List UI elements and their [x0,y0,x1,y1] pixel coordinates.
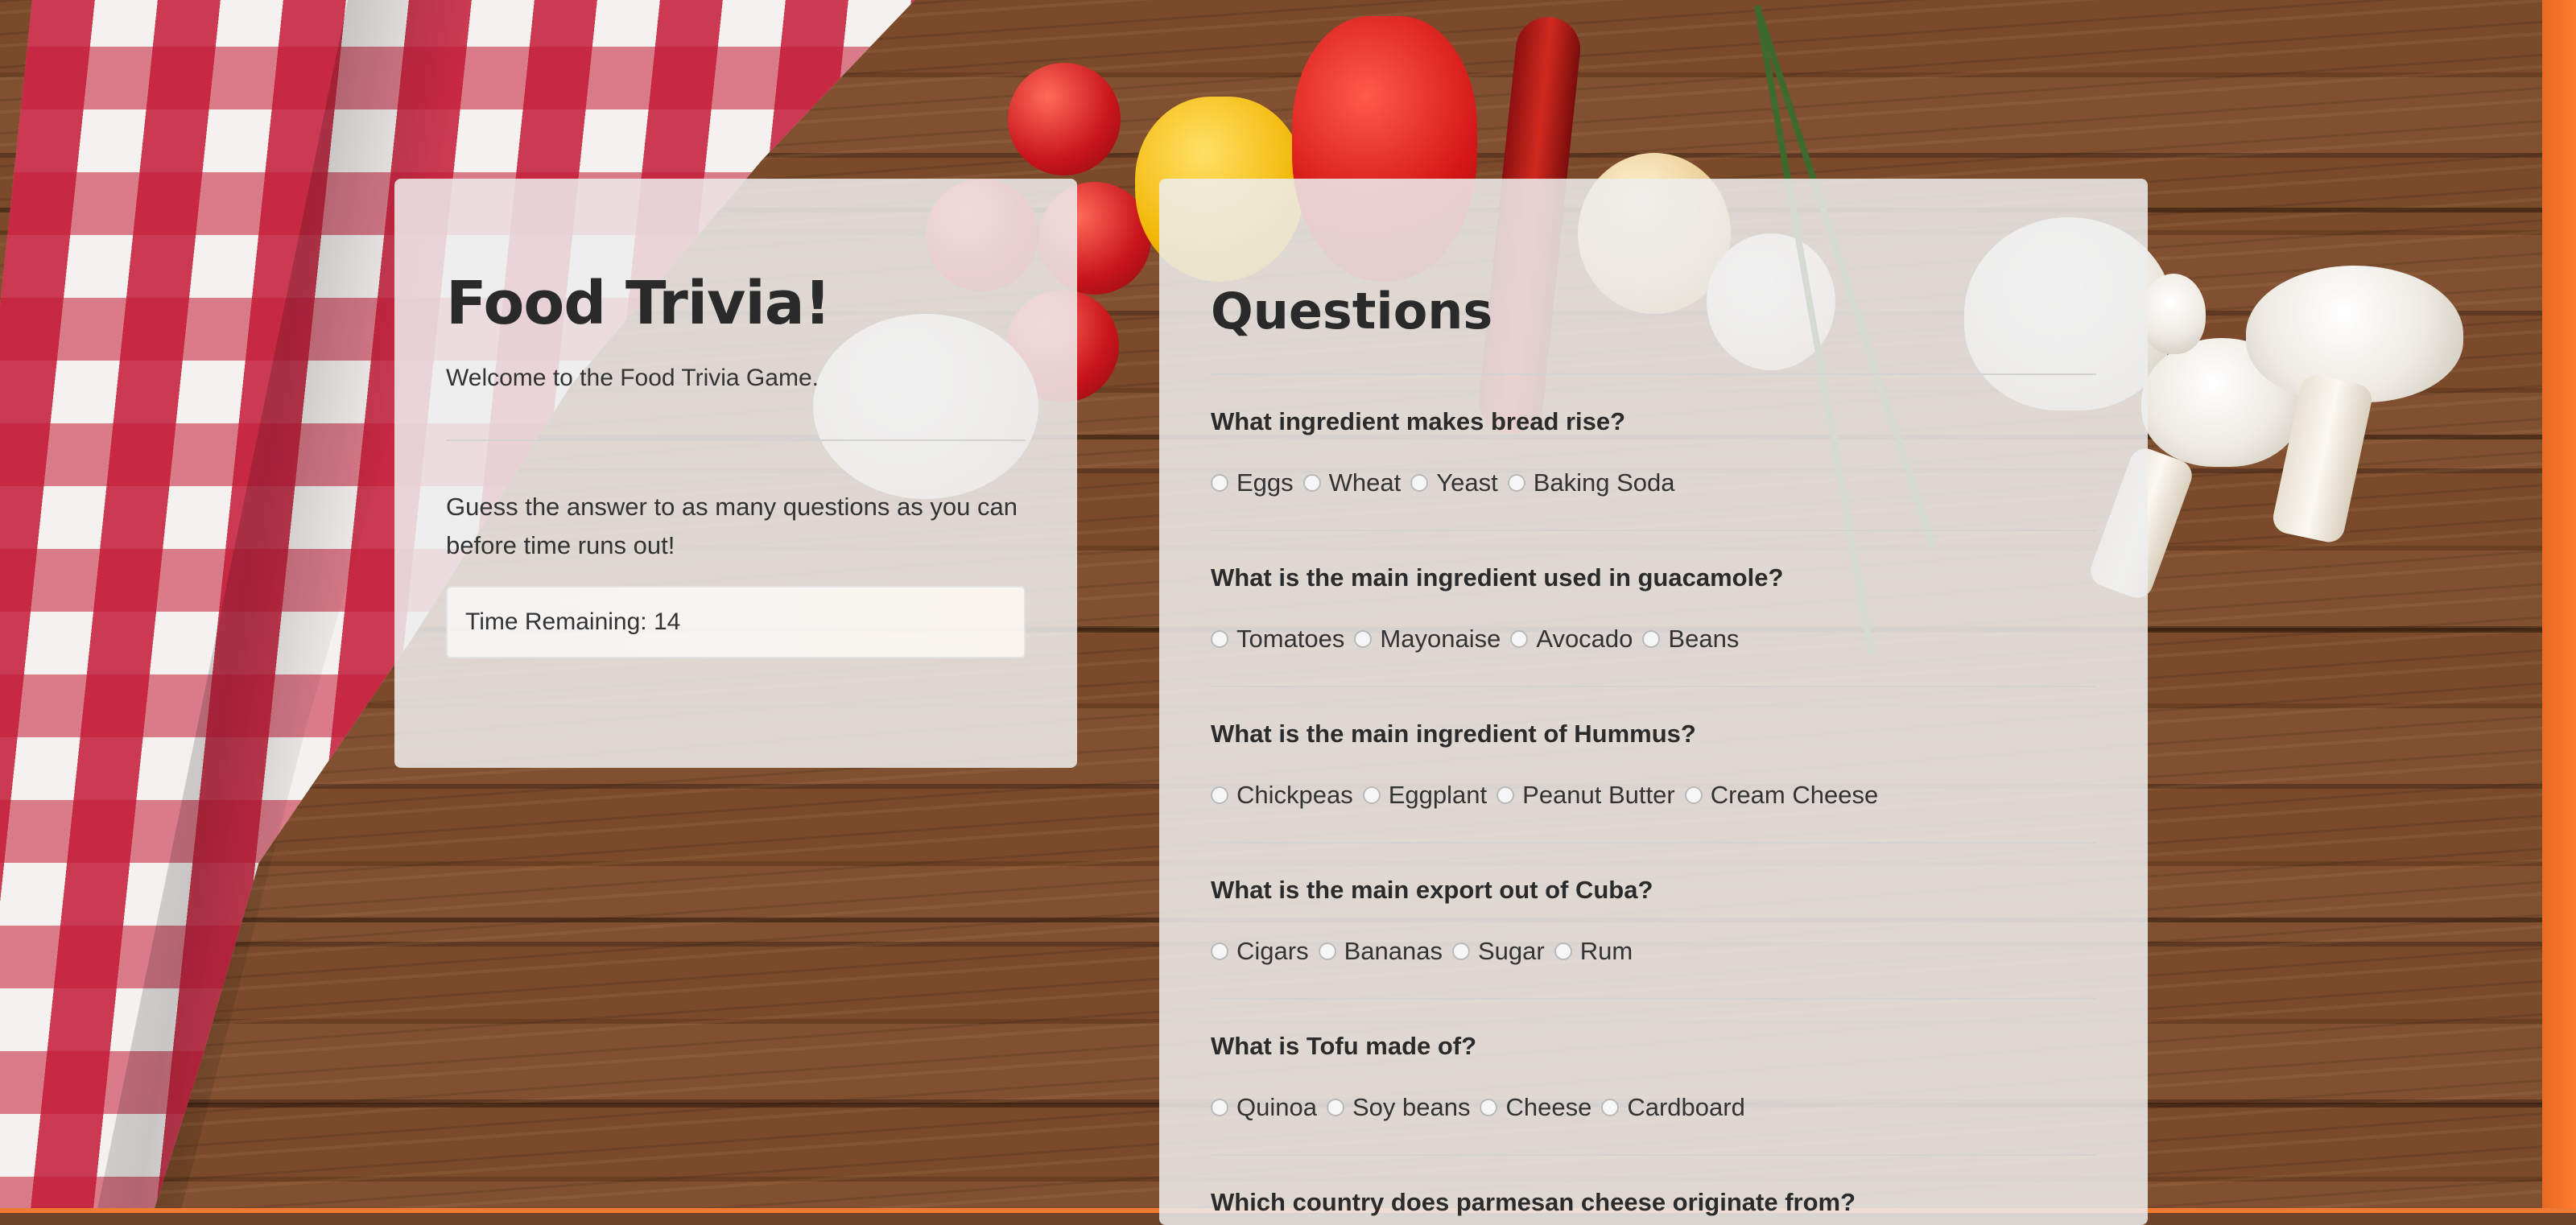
tomato-image [1008,63,1121,175]
answer-radio-button[interactable] [1684,786,1703,804]
questions-heading: Questions [1211,282,1493,340]
answer-label: Peanut Butter [1522,781,1675,809]
question-item: What is the main ingredient of Hummus? Ch… [1211,687,2096,843]
answer-options: Tomatoes Mayonaise Avocado Beans [1211,623,2096,655]
question-text: What is the main ingredient of Hummus? [1211,720,1696,748]
answer-label: Avocado [1536,625,1633,653]
answer-radio-button[interactable] [1326,1099,1344,1116]
answer-radio-button[interactable] [1410,474,1429,492]
answer-label: Yeast [1436,468,1498,497]
answer-option[interactable]: Peanut Butter [1496,781,1675,810]
question-text: What is the main ingredient used in guac… [1211,563,1784,592]
answer-option[interactable]: Cheese [1480,1093,1591,1122]
page-title: Food Trivia! [446,269,831,338]
question-item: What is Tofu made of? Quinoa Soy beans Chee… [1211,1000,2096,1156]
answer-radio-button[interactable] [1507,474,1525,492]
answer-label: Baking Soda [1533,468,1675,497]
divider [446,439,1026,441]
answer-option[interactable]: Quinoa [1211,1093,1317,1122]
answer-option[interactable]: Sugar [1451,937,1545,966]
time-remaining-box: Time Remaining: 14 [446,586,1026,658]
answer-radio-button[interactable] [1451,942,1470,960]
answer-radio-button[interactable] [1480,1099,1498,1116]
answer-radio-button[interactable] [1510,630,1529,648]
question-text: Which country does parmesan cheese origi… [1211,1188,1856,1216]
answer-options: Quinoa Soy beans Cheese Cardboard [1211,1091,2096,1124]
answer-radio-button[interactable] [1302,474,1321,492]
answer-label: Cardboard [1627,1093,1745,1121]
answer-radio-button[interactable] [1362,786,1381,804]
answer-radio-button[interactable] [1318,942,1336,960]
question-text: What ingredient makes bread rise? [1211,407,1626,435]
answer-radio-button[interactable] [1642,630,1661,648]
answer-option[interactable]: Bananas [1318,937,1443,966]
answer-option[interactable]: Baking Soda [1507,468,1675,497]
answer-label: Rum [1579,937,1633,965]
question-item: What is the main export out of Cuba? Ciga… [1211,843,2096,1000]
answer-option[interactable]: Rum [1554,937,1633,966]
instructions-text: Guess the answer to as many questions as… [446,493,1018,559]
answer-label: Cream Cheese [1710,781,1879,809]
answer-label: Mayonaise [1380,625,1501,653]
answer-option[interactable]: Eggs [1211,468,1294,497]
answer-label: Soy beans [1352,1093,1471,1121]
answer-radio-button[interactable] [1211,1099,1228,1116]
time-remaining-label: Time Remaining: 14 [465,608,681,635]
answer-option[interactable]: Mayonaise [1354,625,1501,654]
answer-label: Cigars [1236,937,1309,965]
question-list: What ingredient makes bread rise? Eggs Whe… [1211,375,2096,1219]
answer-option[interactable]: Avocado [1510,625,1633,654]
answer-options: Eggs Wheat Yeast Baking Soda [1211,467,2096,499]
welcome-text: Welcome to the Food Trivia Game. [446,365,819,391]
answer-label: Cheese [1505,1093,1592,1121]
question-item: What is the main ingredient used in guac… [1211,531,2096,687]
answer-radio-button[interactable] [1601,1099,1620,1116]
answer-radio-button[interactable] [1211,630,1228,648]
answer-label: Eggplant [1388,781,1488,809]
question-item: Which country does parmesan cheese origi… [1211,1156,2096,1219]
answer-option[interactable]: Eggplant [1362,781,1488,810]
answer-option[interactable]: Yeast [1410,468,1498,497]
answer-label: Quinoa [1236,1093,1317,1121]
answer-label: Beans [1668,625,1740,653]
answer-label: Eggs [1236,468,1294,497]
answer-radio-button[interactable] [1554,942,1572,960]
answer-option[interactable]: Soy beans [1326,1093,1471,1122]
answer-options: Chickpeas Eggplant Peanut Butter Cream Chee… [1211,779,2096,811]
answer-options: Cigars Bananas Sugar Rum [1211,935,2096,967]
answer-option[interactable]: Cream Cheese [1684,781,1879,810]
question-text: What is Tofu made of? [1211,1032,1477,1060]
questions-panel: Questions What ingredient makes bread ri… [1159,179,2148,1225]
answer-option[interactable]: Wheat [1302,468,1402,497]
answer-option[interactable]: Cigars [1211,937,1309,966]
answer-option[interactable]: Tomatoes [1211,625,1344,654]
question-text: What is the main export out of Cuba? [1211,876,1653,904]
answer-radio-button[interactable] [1354,630,1373,648]
answer-radio-button[interactable] [1211,786,1228,804]
mushroom-image [2246,266,2463,402]
answer-option[interactable]: Beans [1642,625,1739,654]
answer-radio-button[interactable] [1211,474,1228,492]
mushroom-image [2141,274,2206,354]
question-item: What ingredient makes bread rise? Eggs Whe… [1211,375,2096,531]
answer-label: Wheat [1328,468,1402,497]
answer-label: Tomatoes [1236,625,1345,653]
orange-plate-edge [2542,0,2576,1213]
intro-panel: Food Trivia! Welcome to the Food Trivia … [394,179,1077,768]
answer-label: Bananas [1344,937,1443,965]
answer-label: Sugar [1477,937,1545,965]
answer-radio-button[interactable] [1496,786,1515,804]
answer-radio-button[interactable] [1211,942,1228,960]
answer-option[interactable]: Chickpeas [1211,781,1353,810]
answer-label: Chickpeas [1236,781,1353,809]
answer-option[interactable]: Cardboard [1601,1093,1745,1122]
